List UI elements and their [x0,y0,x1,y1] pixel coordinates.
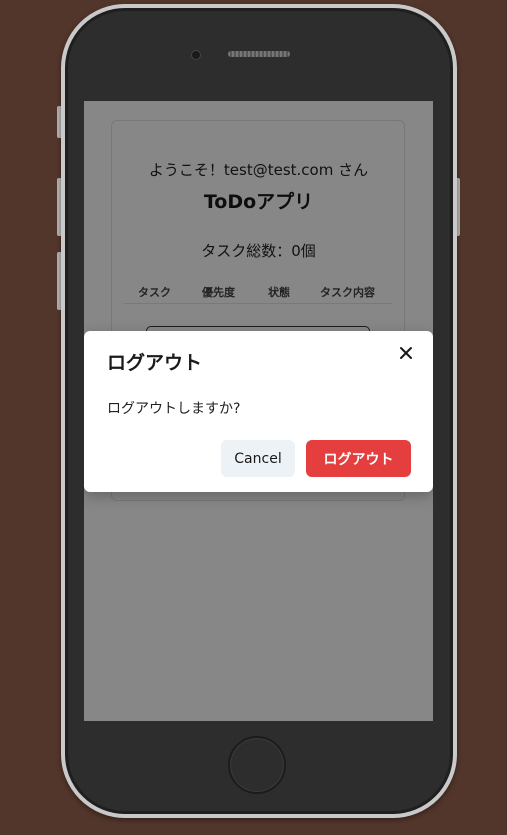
phone-screen: ようこそ！test@test.com さん ToDoアプリ タスク総数：0個 タ… [84,101,433,721]
close-icon [400,347,412,359]
front-camera [191,50,201,60]
logout-button[interactable]: ログアウト [306,440,411,477]
earpiece-speaker [228,51,290,57]
modal-title: ログアウト [107,352,203,374]
home-button [228,736,286,794]
logout-modal: ログアウト ログアウトしますか? Cancel ログアウト [84,331,433,492]
cancel-button[interactable]: Cancel [221,440,295,477]
modal-message: ログアウトしますか? [107,401,241,417]
close-button[interactable] [394,341,418,365]
